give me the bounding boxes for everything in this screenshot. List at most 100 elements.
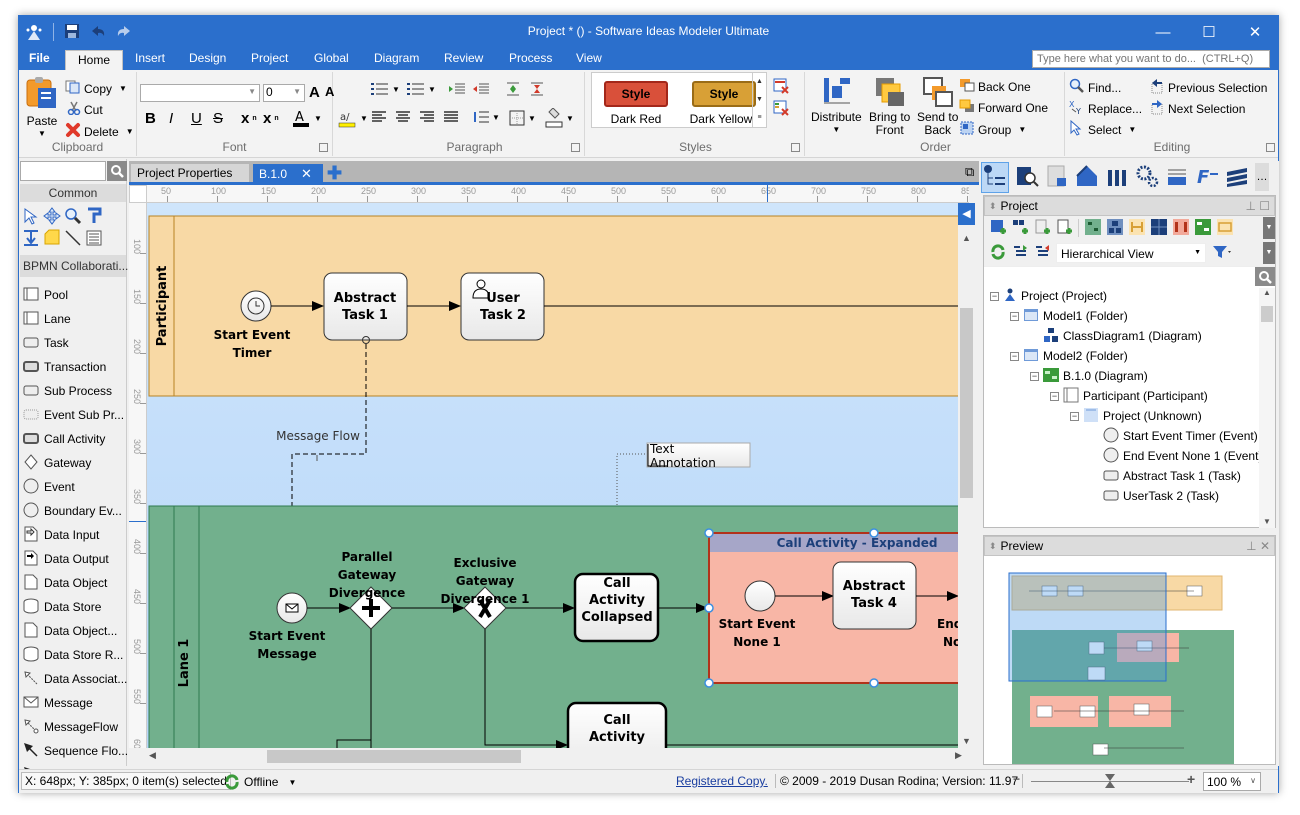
toolbox-common-header[interactable]: Common [20, 184, 126, 202]
scroll-right-arrow[interactable]: ▶ [955, 750, 962, 761]
document-panel-icon[interactable] [1045, 164, 1069, 191]
toolbox-item-lane[interactable]: Lane [23, 309, 71, 329]
style-dark-yellow[interactable]: Style Dark Yellow [690, 81, 756, 126]
view-mode-select[interactable]: Hierarchical View ▼ [1056, 243, 1206, 263]
replace-button[interactable]: X Y Replace... [1069, 99, 1142, 118]
toolbox-item-message-flow[interactable]: MessageFlow [23, 717, 118, 737]
format-panel-icon[interactable]: F [1195, 164, 1219, 191]
borders-icon[interactable]: ▼ [509, 110, 536, 126]
pointer-tool-icon[interactable] [22, 207, 40, 228]
bring-to-front-button[interactable]: Bring to Front [869, 76, 910, 137]
collapse-toggle-icon[interactable]: − [1010, 311, 1019, 321]
align-left-icon[interactable] [371, 110, 387, 124]
fill-color-icon[interactable]: ▼ [545, 108, 574, 128]
toolbox-item-data-association[interactable]: Data Associat... [23, 669, 127, 689]
tree-item[interactable]: Abstract Task 1 (Task) [1090, 466, 1241, 486]
maximize-button[interactable]: ☐ [1186, 16, 1232, 48]
shape-panel-icon[interactable] [1075, 164, 1099, 191]
numbered-list-icon[interactable]: ▼ [407, 82, 436, 96]
registered-copy-link[interactable]: Registered Copy. [676, 774, 768, 788]
bold-button[interactable]: B [145, 110, 156, 127]
select-button[interactable]: Select ▼ [1069, 119, 1136, 139]
highlight-color-button[interactable]: a/▼ [337, 108, 368, 128]
shrink-font-icon[interactable]: A [325, 84, 334, 99]
filter-icon[interactable] [1212, 244, 1232, 263]
tab-home[interactable]: Home [65, 50, 124, 71]
tree-item[interactable]: ClassDiagram1 (Diagram) [1030, 326, 1202, 346]
project-search-input[interactable] [984, 267, 1255, 286]
strikethrough-button[interactable]: S [213, 110, 223, 127]
tab-view[interactable]: View [576, 51, 602, 65]
toolbox-item-task[interactable]: Task [23, 333, 69, 353]
outdent-icon[interactable] [473, 82, 489, 96]
styles-dialog-launcher[interactable] [791, 143, 800, 152]
superscript-button[interactable]: xn [263, 110, 279, 127]
tree-item[interactable]: − Participant (Participant) [1050, 386, 1208, 406]
toolbox-item-transaction[interactable]: Transaction [23, 357, 106, 377]
clear-style-icon[interactable] [773, 78, 789, 94]
gallery-down-button[interactable]: ▼ [753, 91, 766, 109]
refresh-icon[interactable] [990, 243, 1006, 263]
toolbox-item-data-store-reference[interactable]: Data Store R... [23, 645, 123, 665]
grow-font-icon[interactable]: A [309, 84, 320, 101]
vertical-scroll-thumb[interactable] [960, 308, 973, 498]
find-button[interactable]: Find... [1069, 78, 1121, 97]
tab-insert[interactable]: Insert [135, 51, 165, 65]
zoom-tool-icon[interactable] [64, 207, 82, 228]
tab-file[interactable]: File [29, 51, 50, 65]
tree-item[interactable]: − Model2 (Folder) [1010, 346, 1128, 366]
editing-dialog-launcher[interactable] [1266, 143, 1275, 152]
gallery-up-button[interactable]: ▲ [753, 73, 766, 91]
line-tool-icon[interactable] [64, 229, 82, 250]
line-spacing-icon[interactable]: ▼ [473, 110, 500, 124]
online-status-button[interactable]: Offline ▼ [224, 774, 296, 790]
grid-diagram-icon[interactable] [1151, 218, 1167, 238]
paste-button[interactable]: Paste ▼ [25, 76, 59, 138]
paragraph-dialog-launcher[interactable] [571, 143, 580, 152]
pan-tool-icon[interactable] [43, 207, 61, 228]
table-panel-icon[interactable] [1165, 164, 1189, 191]
tree-item[interactable]: − Model1 (Folder) [1010, 306, 1128, 326]
call-activity-collapsed[interactable]: Call Activity Collapsed [573, 572, 660, 643]
tree-item[interactable]: End Event None 1 (Event) [1090, 446, 1262, 466]
tab-global[interactable]: Global [314, 51, 349, 65]
toolbar-overflow-button[interactable]: ▼ [1263, 217, 1275, 239]
search-panel-icon[interactable] [1015, 164, 1039, 191]
tab-review[interactable]: Review [444, 51, 483, 65]
gallery-more-button[interactable]: ≡ [753, 109, 766, 127]
zoom-slider-thumb[interactable] [1105, 774, 1115, 781]
project-search-button[interactable] [1255, 267, 1275, 286]
minimize-button[interactable]: — [1140, 16, 1186, 48]
toolbox-item-data-object[interactable]: Data Object [23, 573, 107, 593]
red-diagram-icon[interactable] [1173, 218, 1189, 238]
settings-gears-icon[interactable] [1135, 164, 1159, 191]
font-color-button[interactable]: A ▼ [291, 108, 322, 128]
chart-panel-icon[interactable] [1105, 164, 1129, 191]
toolbox-item-data-output[interactable]: Data Output [23, 549, 109, 569]
underline-button[interactable]: U [191, 110, 202, 127]
font-name-select[interactable]: ▼ [140, 84, 260, 102]
tree-item[interactable]: − B.1.0 (Diagram) [1030, 366, 1148, 386]
add-tab-button[interactable]: ✚ [323, 164, 346, 183]
class-diagram-icon[interactable] [1107, 218, 1123, 238]
group-button[interactable]: Group ▼ [959, 120, 1026, 139]
tab-process[interactable]: Process [509, 51, 552, 65]
call-activity-calling[interactable]: Call Activity Calling a [566, 701, 668, 748]
style-dark-red[interactable]: Style Dark Red [604, 81, 668, 126]
collapse-toggle-icon[interactable]: − [1030, 371, 1039, 381]
tab-diagram[interactable]: Diagram [374, 51, 419, 65]
spacing-increase-icon[interactable] [505, 82, 521, 96]
expand-all-icon[interactable] [1012, 244, 1028, 263]
collapse-panel-button[interactable]: ◀ [958, 203, 975, 225]
call-activity-expanded[interactable]: Call Activity - Expanded Start Event Non… [704, 528, 958, 688]
toolbox-item-data-store[interactable]: Data Store [23, 597, 101, 617]
font-dialog-launcher[interactable] [319, 143, 328, 152]
toolbox-item-event-sub-process[interactable]: Event Sub Pr... [23, 405, 124, 425]
command-search-input[interactable] [1032, 50, 1270, 68]
toolbox-item-event[interactable]: Event [23, 477, 75, 497]
user-task-2[interactable]: User Task 2 [460, 272, 545, 341]
add-file-icon[interactable] [1056, 219, 1072, 238]
vertical-scrollbar[interactable]: ◀ ▲ ▼ [958, 203, 975, 748]
toolbox-item-gateway[interactable]: Gateway [23, 453, 91, 473]
back-one-button[interactable]: Back One [959, 78, 1031, 95]
